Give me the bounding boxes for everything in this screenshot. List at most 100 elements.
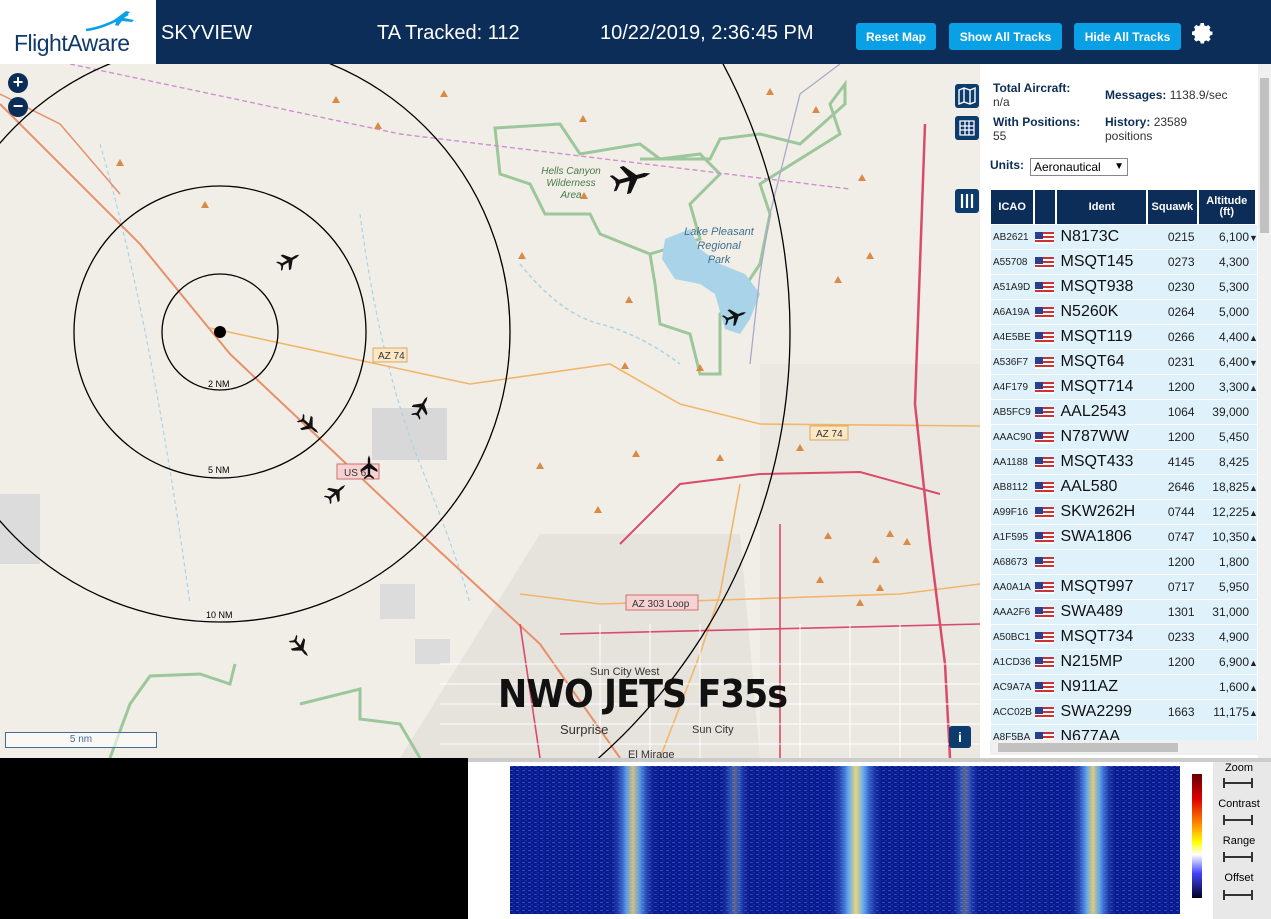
aircraft-icon[interactable] bbox=[294, 411, 323, 439]
altitude-value: 4,300 bbox=[1218, 255, 1249, 269]
units-select[interactable]: Aeronautical ▼ bbox=[1030, 158, 1128, 176]
cell-altitude: 4,400▲ bbox=[1198, 325, 1258, 349]
cell-altitude: 1,800 bbox=[1198, 550, 1257, 574]
col-flag[interactable] bbox=[1035, 190, 1058, 224]
table-row[interactable]: ACC02B SWA2299 1663 11,175▲ bbox=[991, 700, 1258, 724]
cell-flag bbox=[1035, 500, 1058, 524]
panel-horizontal-scrollbar[interactable] bbox=[990, 740, 1258, 755]
map-canvas: 2 NM 5 NM 10 NM Hells Canyon Wilderness … bbox=[0, 64, 980, 758]
us-flag-icon bbox=[1035, 606, 1055, 619]
table-row[interactable]: A68673 1200 1,800 bbox=[991, 550, 1257, 574]
cell-squawk: 1301 bbox=[1148, 600, 1199, 624]
app-title: SKYVIEW bbox=[161, 22, 253, 44]
cell-icao: A536F7 bbox=[991, 350, 1036, 374]
lake-pleasant-label-1: Lake Pleasant bbox=[684, 226, 755, 238]
altitude-value: 5,000 bbox=[1218, 305, 1249, 319]
table-row[interactable]: AA1188 MSQT433 4145 8,425 bbox=[991, 450, 1257, 474]
altitude-trend-icon: ▲ bbox=[1249, 658, 1258, 668]
altitude-value: 5,300 bbox=[1218, 280, 1249, 294]
cell-ident: N911AZ bbox=[1057, 675, 1149, 699]
aircraft-icon[interactable] bbox=[286, 632, 314, 661]
range-slider[interactable] bbox=[1223, 852, 1253, 862]
table-row[interactable]: AB8112 AAL580 2646 18,825▲ bbox=[991, 475, 1258, 499]
zoom-in-button[interactable]: + bbox=[8, 73, 28, 93]
table-row[interactable]: A51A9D MSQT938 0230 5,300 bbox=[991, 275, 1257, 299]
table-row[interactable]: AA0A1A MSQT997 0717 5,950 bbox=[991, 575, 1257, 599]
cell-ident: SKW262H bbox=[1057, 500, 1149, 524]
cell-ident: N215MP bbox=[1057, 650, 1149, 674]
gear-icon[interactable] bbox=[1191, 22, 1215, 46]
zoom-control-label: Zoom bbox=[1224, 762, 1254, 774]
altitude-value: 6,400 bbox=[1218, 355, 1249, 369]
table-row[interactable]: A50BC1 MSQT734 0233 4,900 bbox=[991, 625, 1257, 649]
cell-flag bbox=[1035, 325, 1058, 349]
chevron-down-icon: ▼ bbox=[1114, 161, 1124, 172]
table-row[interactable]: A4E5BE MSQT119 0266 4,400▲ bbox=[991, 325, 1258, 349]
cell-icao: AB2621 bbox=[991, 225, 1036, 249]
cell-squawk bbox=[1148, 675, 1199, 699]
table-row[interactable]: AAA2F6 SWA489 1301 31,000 bbox=[991, 600, 1257, 624]
cell-altitude: 1,600▲ bbox=[1198, 675, 1258, 699]
cell-ident: SWA2299 bbox=[1057, 700, 1149, 724]
reset-map-button[interactable]: Reset Map bbox=[856, 23, 936, 50]
columns-icon[interactable] bbox=[955, 189, 979, 213]
table-row[interactable]: AC9A7A N911AZ 1,600▲ bbox=[991, 675, 1258, 699]
col-icao[interactable]: ICAO bbox=[991, 190, 1036, 224]
table-row[interactable]: A6A19A N5260K 0264 5,000 bbox=[991, 300, 1257, 324]
col-squawk[interactable]: Squawk bbox=[1148, 190, 1199, 224]
contrast-slider[interactable] bbox=[1223, 815, 1253, 825]
aircraft-icon[interactable] bbox=[321, 479, 350, 507]
map-view[interactable]: 2 NM 5 NM 10 NM Hells Canyon Wilderness … bbox=[0, 64, 980, 758]
hells-canyon-label-1: Hells Canyon bbox=[541, 166, 601, 177]
table-row[interactable]: A536F7 MSQT64 0231 6,400▼ bbox=[991, 350, 1258, 374]
with-positions-stat: With Positions: 55 bbox=[993, 115, 1080, 143]
offset-control-label: Offset bbox=[1224, 872, 1254, 884]
sun-city-label: Sun City bbox=[692, 724, 734, 736]
history-stat: History: 23589 positions bbox=[1105, 115, 1187, 143]
altitude-trend-icon: ▲ bbox=[1249, 508, 1258, 518]
show-all-tracks-button[interactable]: Show All Tracks bbox=[949, 23, 1062, 50]
cell-altitude: 5,450 bbox=[1198, 425, 1257, 449]
table-row[interactable]: A55708 MSQT145 0273 4,300 bbox=[991, 250, 1257, 274]
info-icon[interactable]: i bbox=[949, 726, 971, 748]
offset-slider[interactable] bbox=[1223, 890, 1253, 900]
history-label: History: bbox=[1105, 115, 1151, 129]
scrollbar-thumb[interactable] bbox=[998, 743, 1178, 752]
grid-icon[interactable] bbox=[955, 116, 979, 140]
table-row[interactable]: A1CD36 N215MP 1200 6,900▲ bbox=[991, 650, 1258, 674]
table-row[interactable]: A1F595 SWA1806 0747 10,350▲ bbox=[991, 525, 1258, 549]
col-altitude[interactable]: Altitude (ft) bbox=[1198, 190, 1257, 224]
altitude-trend-icon: ▲ bbox=[1249, 333, 1258, 343]
table-row[interactable]: AB5FC9 AAL2543 1064 39,000 bbox=[991, 400, 1257, 424]
range-label-2nm: 2 NM bbox=[208, 379, 230, 389]
hide-all-tracks-button[interactable]: Hide All Tracks bbox=[1074, 23, 1181, 50]
cell-squawk: 1064 bbox=[1148, 400, 1199, 424]
us-flag-icon bbox=[1035, 331, 1055, 344]
altitude-value: 3,300 bbox=[1218, 380, 1249, 394]
cell-squawk: 0264 bbox=[1148, 300, 1199, 324]
zoom-slider[interactable] bbox=[1223, 778, 1253, 788]
scrollbar-thumb[interactable] bbox=[1260, 78, 1269, 233]
zoom-out-button[interactable]: − bbox=[8, 97, 28, 117]
overlay-caption: NWO JETS F35s bbox=[498, 672, 788, 716]
cell-altitude: 5,950 bbox=[1198, 575, 1257, 599]
cell-squawk: 0215 bbox=[1148, 225, 1199, 249]
cell-altitude: 6,400▼ bbox=[1198, 350, 1258, 374]
flightaware-logo[interactable]: FlightAware bbox=[0, 0, 156, 64]
table-row[interactable]: A4F179 MSQT714 1200 3,300▲ bbox=[991, 375, 1258, 399]
table-row[interactable]: AAAC90 N787WW 1200 5,450 bbox=[991, 425, 1257, 449]
cell-squawk: 0744 bbox=[1148, 500, 1199, 524]
cell-altitude: 4,900 bbox=[1198, 625, 1257, 649]
col-ident[interactable]: Ident bbox=[1057, 190, 1149, 224]
table-row[interactable]: A99F16 SKW262H 0744 12,225▲ bbox=[991, 500, 1258, 524]
aircraft-icon[interactable] bbox=[608, 160, 654, 197]
top-bar: FlightAware SKYVIEW TA Tracked: 112 10/2… bbox=[0, 0, 1271, 64]
us-flag-icon bbox=[1035, 481, 1055, 494]
aircraft-icon[interactable] bbox=[274, 247, 303, 274]
table-row[interactable]: AB2621 N8173C 0215 6,100▼ bbox=[991, 225, 1258, 249]
map-layers-icon[interactable] bbox=[955, 84, 979, 108]
cell-flag bbox=[1035, 400, 1058, 424]
panel-vertical-scrollbar[interactable] bbox=[1258, 64, 1271, 758]
us-flag-icon bbox=[1035, 681, 1055, 694]
cell-ident: MSQT119 bbox=[1057, 325, 1149, 349]
